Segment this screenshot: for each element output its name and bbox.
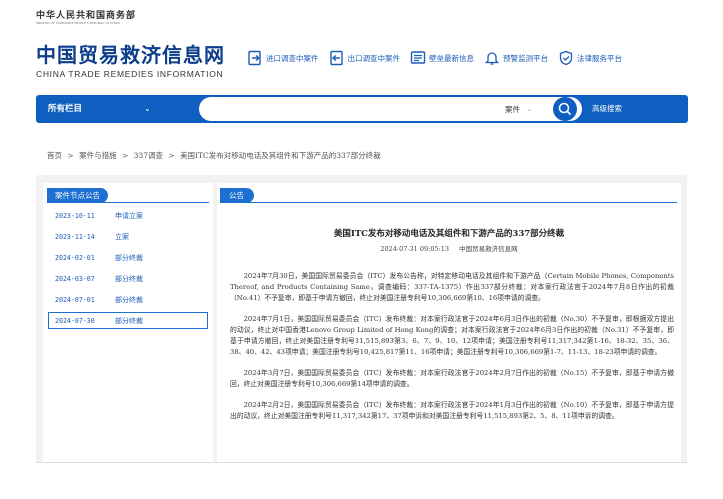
site-title: 中国贸易救济信息网 (36, 43, 225, 67)
article-paragraph: 2024年7月1日，美国国际贸易委员会（ITC）发布终裁：对本案行政法官于202… (230, 315, 674, 356)
nav-label: 进口调查中案件 (266, 53, 319, 63)
node-date: 2024-07-01 (55, 295, 95, 304)
breadcrumb-337[interactable]: 337调查 (134, 151, 163, 160)
list-item[interactable]: 2024-02-01 部分终裁 (48, 249, 208, 266)
nav-warning-platform[interactable]: 预警监测平台 (484, 50, 548, 66)
search-icon (558, 102, 572, 116)
breadcrumb-separator: > (168, 151, 175, 160)
breadcrumb: 首页 > 案件与措施 > 337调查 > 美国ITC发布对移动电话及其组件和下游… (47, 150, 384, 161)
barrier-info-icon (410, 51, 426, 64)
node-date: 2023-11-14 (55, 232, 95, 241)
top-navigation: 进口调查中案件 出口调查中案件 壁垒最新信息 预警监测平台 法律服务平台 (247, 50, 632, 66)
node-label: 部分终裁 (115, 274, 143, 283)
nav-import-cases[interactable]: 进口调查中案件 (247, 50, 319, 66)
chevron-down-icon[interactable]: ⌄ (144, 95, 151, 123)
breadcrumb-separator: > (67, 151, 74, 160)
case-node-tab[interactable]: 案件节点公告 (47, 188, 108, 203)
article-source: 中国贸易救济信息网 (459, 245, 518, 253)
nav-barrier-info[interactable]: 壁垒最新信息 (410, 50, 474, 66)
category-select[interactable]: 所有栏目 (48, 95, 82, 123)
list-item[interactable]: 2024-07-01 部分终裁 (48, 291, 208, 308)
article-paragraph: 2024年7月30日，美国国际贸易委员会（ITC）发布公告称，对特定移动电话及其… (230, 272, 674, 302)
search-button[interactable] (549, 97, 582, 121)
breadcrumb-cases[interactable]: 案件与措施 (79, 151, 117, 160)
site-title-en: CHINA TRADE REMEDIES INFORMATION (36, 69, 224, 79)
ministry-header: 中华人民共和国商务部 MINISTRY OF COMMERCE PEOPLE'S… (36, 11, 136, 25)
nav-export-cases[interactable]: 出口调查中案件 (329, 50, 401, 66)
case-node-panel: 案件节点公告 2023-10-11 申请立案 2023-11-14 立案 2024-… (43, 183, 213, 462)
node-date: 2024-03-07 (55, 274, 95, 283)
search-field-label: 案件 (505, 104, 520, 114)
list-item[interactable]: 2023-10-11 申请立案 (48, 207, 208, 224)
nav-label: 壁垒最新信息 (429, 53, 474, 63)
ministry-name: 中华人民共和国商务部 (36, 11, 137, 21)
breadcrumb-separator: > (121, 151, 129, 160)
node-date: 2023-10-11 (55, 211, 95, 220)
divider (36, 462, 687, 463)
node-date: 2024-02-01 (55, 253, 95, 262)
case-node-list: 2023-10-11 申请立案 2023-11-14 立案 2024-02-01 部分… (48, 207, 208, 333)
announcement-panel: 公告 美国ITC发布对移动电话及其组件和下游产品的337部分终裁 2024-07… (217, 183, 681, 462)
search-input[interactable] (199, 97, 499, 121)
search-field-select[interactable]: 案件 ⌄ (499, 97, 549, 121)
node-label: 部分终裁 (115, 316, 143, 325)
advanced-search-link[interactable]: 高级搜索 (592, 95, 622, 123)
node-label: 部分终裁 (115, 295, 143, 304)
nav-label: 法律服务平台 (577, 53, 622, 63)
list-item[interactable]: 2023-11-14 立案 (48, 228, 208, 245)
node-label: 立案 (115, 232, 129, 241)
search-bar: 所有栏目 ⌄ 案件 ⌄ 高级搜索 (36, 95, 688, 123)
import-case-icon (248, 50, 261, 66)
list-item-selected[interactable]: 2024-07-30 部分终裁 (48, 312, 208, 329)
chevron-down-icon: ⌄ (526, 105, 532, 113)
article-date: 2024-07-31 09:05:13 (380, 245, 450, 253)
node-label: 申请立案 (115, 211, 143, 220)
ministry-name-en: MINISTRY OF COMMERCE PEOPLE'S REPUBLIC O… (36, 21, 120, 25)
announcement-tab[interactable]: 公告 (220, 188, 254, 203)
shield-check-icon (559, 50, 573, 66)
article-paragraph: 2024年2月2日，美国国际贸易委员会（ITC）发布终裁：对本案行政法官于202… (230, 401, 674, 420)
node-label: 部分终裁 (115, 253, 143, 262)
export-case-icon (329, 50, 343, 66)
breadcrumb-current: 美国ITC发布对移动电话及其组件和下游产品的337部分终裁 (180, 151, 381, 160)
article-title: 美国ITC发布对移动电话及其组件和下游产品的337部分终裁 (333, 229, 565, 239)
site-logo[interactable]: 中国贸易救济信息网 CHINA TRADE REMEDIES INFORMATI… (36, 44, 225, 79)
nav-legal-platform[interactable]: 法律服务平台 (558, 50, 622, 66)
list-item[interactable]: 2024-03-07 部分终裁 (48, 270, 208, 287)
nav-label: 预警监测平台 (503, 53, 548, 63)
article-meta: 2024-07-31 09:05:13 中国贸易救济信息网 (217, 243, 681, 253)
article-body: 2024年7月30日，美国国际贸易委员会（ITC）发布公告称，对特定移动电话及其… (230, 271, 674, 432)
node-date: 2024-07-30 (55, 316, 95, 325)
bell-icon (484, 52, 500, 65)
nav-label: 出口调查中案件 (347, 53, 401, 63)
breadcrumb-home[interactable]: 首页 (47, 151, 62, 160)
article-paragraph: 2024年3月7日，美国国际贸易委员会（ITC）发布终裁：对本案行政法官于202… (230, 369, 674, 388)
